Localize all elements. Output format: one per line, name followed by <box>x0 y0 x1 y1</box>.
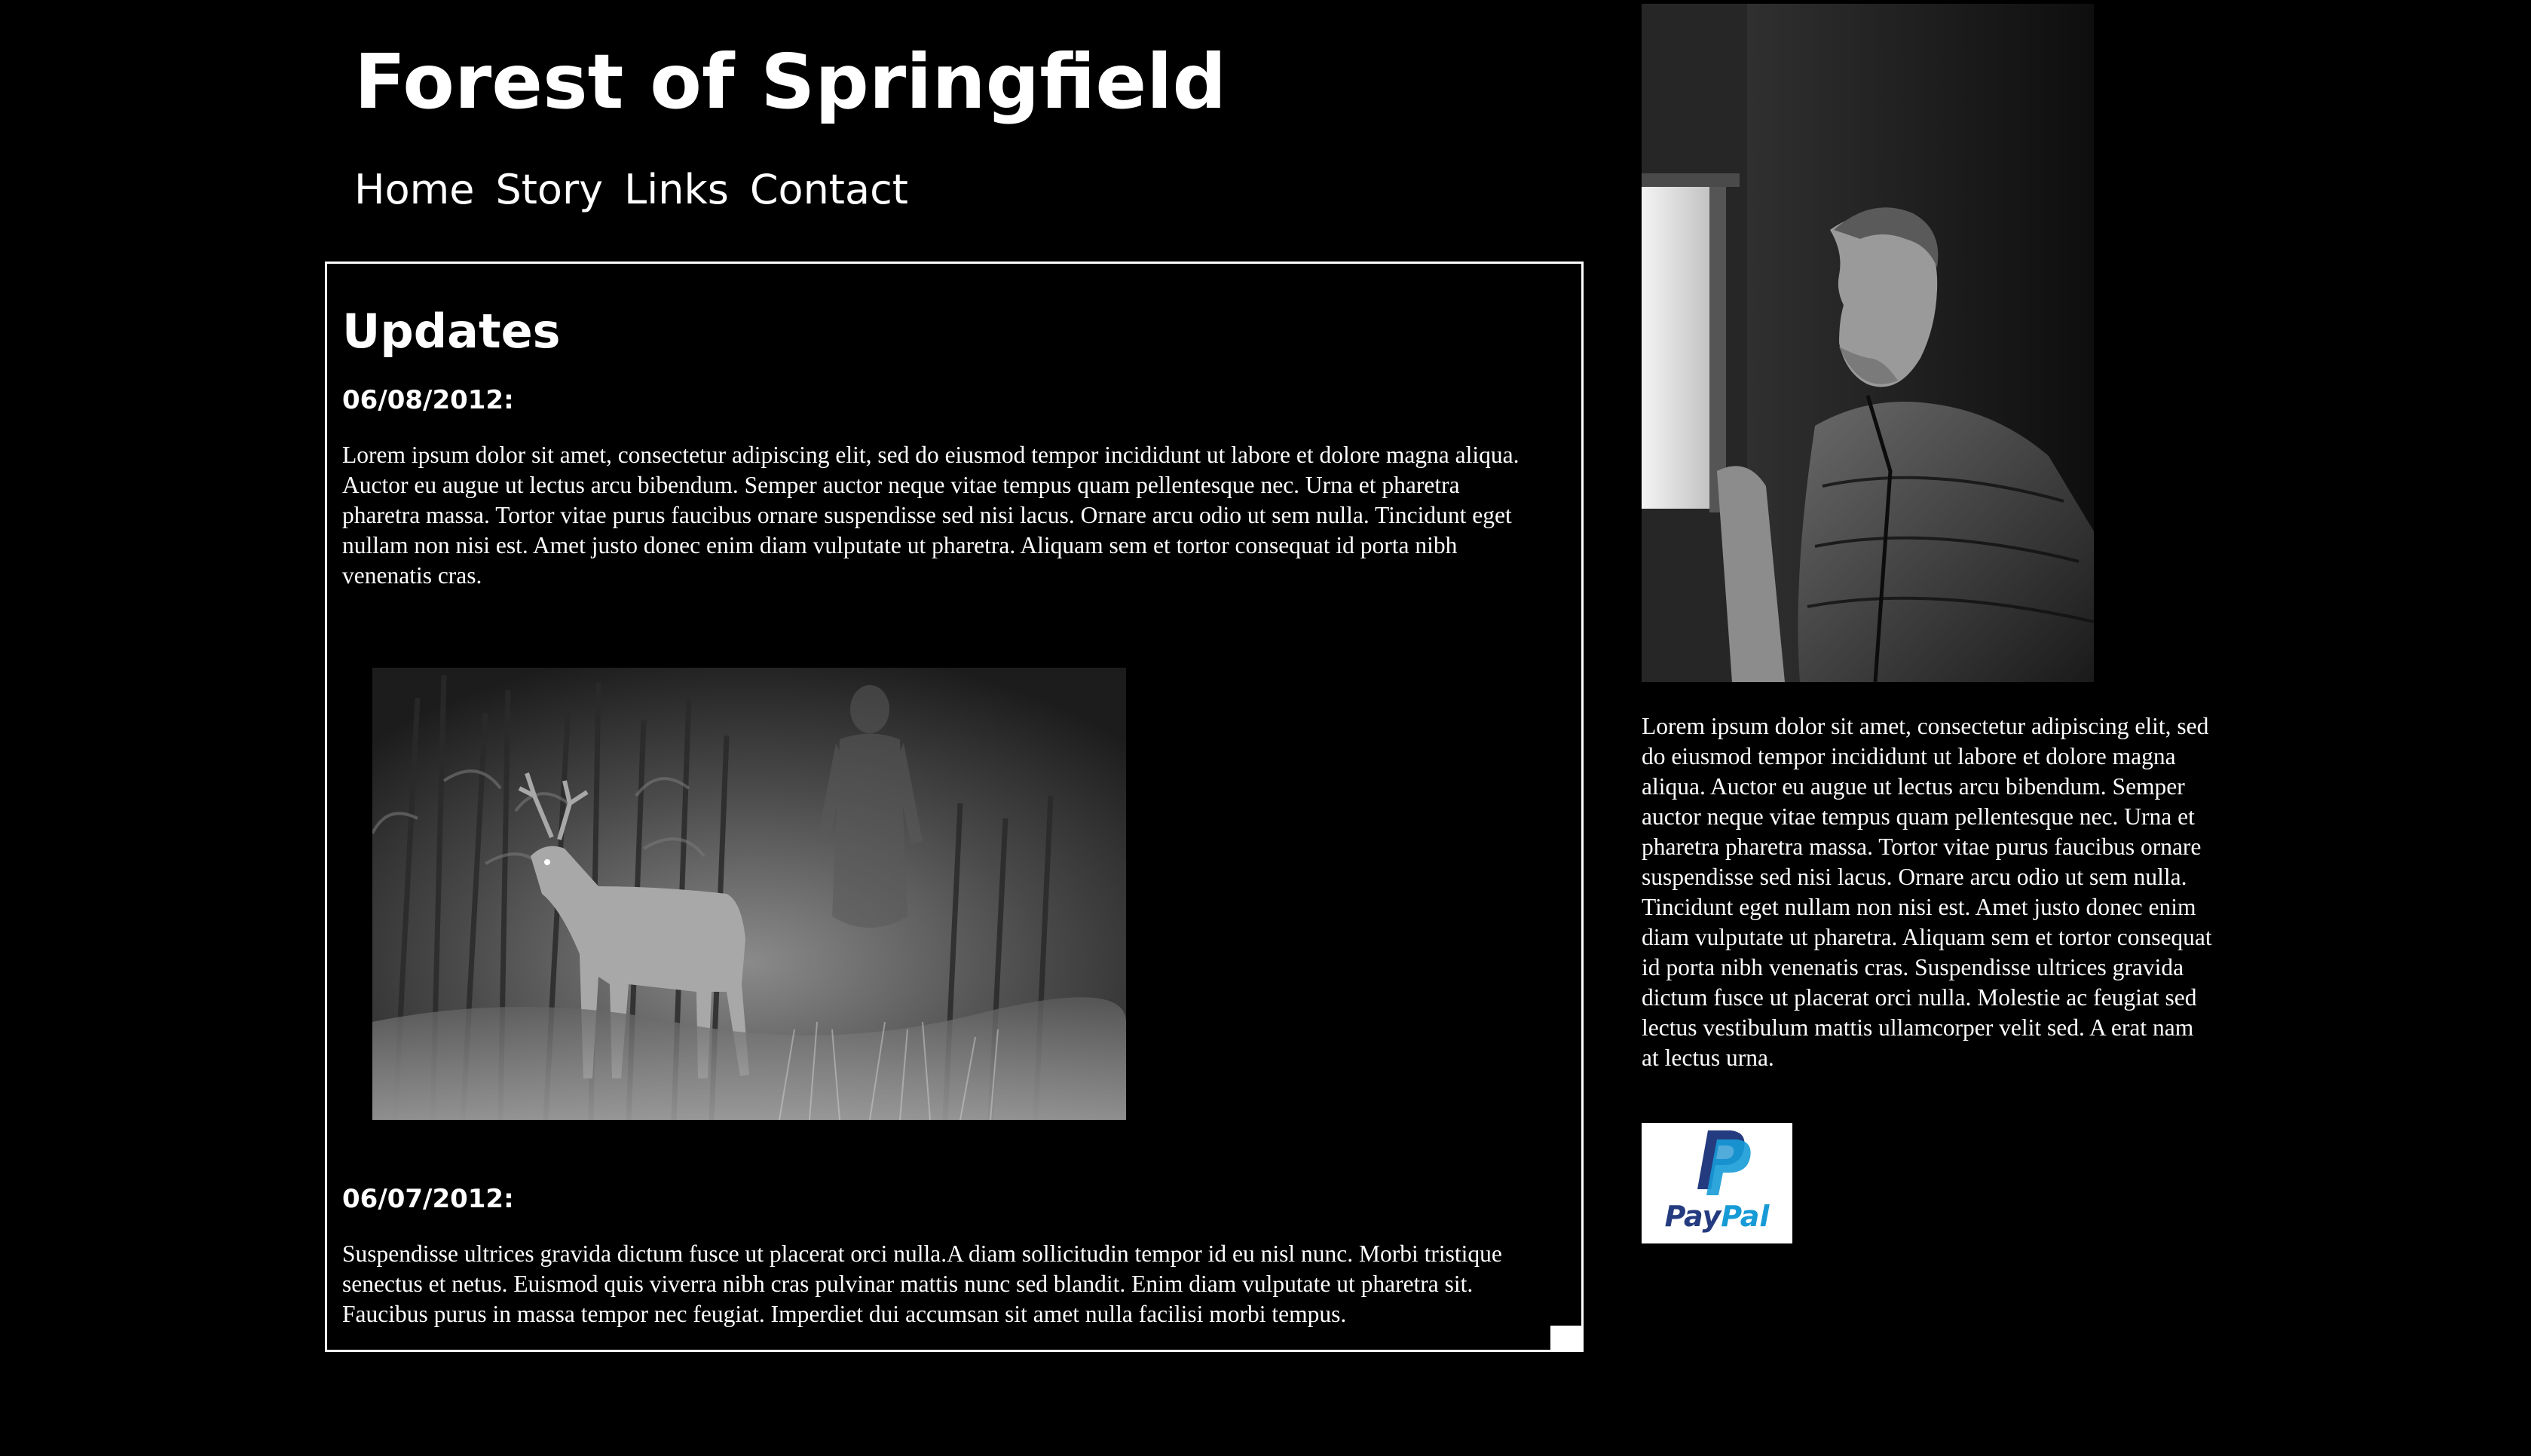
trail-cam-photo <box>372 668 1126 1120</box>
paypal-word-pay: Pay <box>1664 1200 1722 1233</box>
main-nav: Home Story Links Contact <box>354 160 908 220</box>
portrait-image <box>1642 4 2094 682</box>
resize-handle[interactable] <box>1550 1326 1581 1350</box>
updates-heading: Updates <box>342 304 561 359</box>
site-title: Forest of Springfield <box>354 38 1227 126</box>
page: Forest of Springfield Home Story Links C… <box>0 0 2531 1456</box>
paypal-button[interactable]: PayPal <box>1642 1123 1792 1243</box>
entry-date: 06/08/2012: <box>342 385 514 415</box>
nav-links[interactable]: Links <box>624 160 729 220</box>
paypal-word-pal: Pal <box>1721 1200 1770 1233</box>
nav-contact[interactable]: Contact <box>750 160 908 220</box>
updates-content: Updates 06/08/2012: Lorem ipsum dolor si… <box>342 264 1541 1328</box>
sidebar-text: Lorem ipsum dolor sit amet, consectetur … <box>1642 713 2212 1071</box>
nav-home[interactable]: Home <box>354 160 474 220</box>
paypal-logo-icon <box>1697 1130 1751 1195</box>
entry-text: Lorem ipsum dolor sit amet, consectetur … <box>342 442 1520 589</box>
entry-text: Suspendisse ultrices gravida dictum fusc… <box>342 1240 1502 1327</box>
updates-scroll-box[interactable]: Updates 06/08/2012: Lorem ipsum dolor si… <box>325 262 1584 1352</box>
paypal-wordmark: PayPal <box>1642 1200 1792 1233</box>
trail-cam-image <box>372 668 1126 1120</box>
nav-story[interactable]: Story <box>495 160 603 220</box>
entry-date: 06/07/2012: <box>342 1184 514 1214</box>
portrait-photo <box>1642 4 2094 682</box>
